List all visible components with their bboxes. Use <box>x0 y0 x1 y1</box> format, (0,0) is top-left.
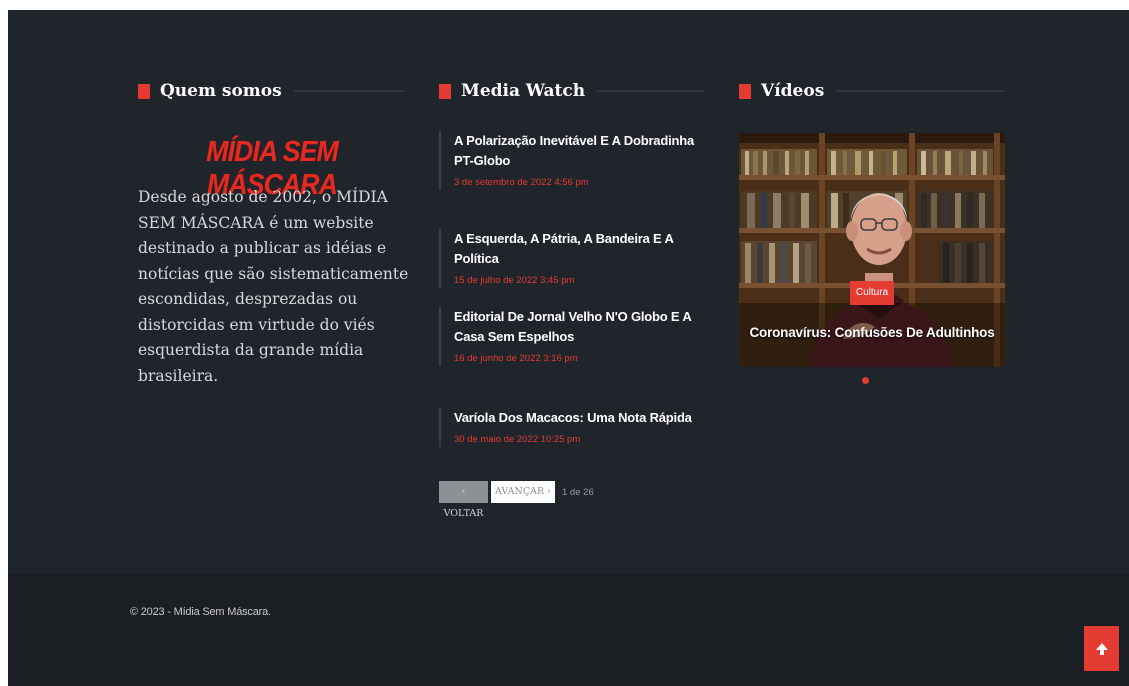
about-widget-title: Quem somos <box>138 80 405 102</box>
media-watch-widget-title: Media Watch <box>439 80 705 102</box>
page-frame: Quem somos MÍDIA SEM MÁSCARA Desde agost… <box>8 10 1129 686</box>
about-title: Quem somos <box>160 81 282 101</box>
title-divider <box>597 90 705 92</box>
page-counter: 1 de 26 <box>562 486 594 498</box>
post-title-link[interactable]: Editorial De Jornal Velho N'O Globo E A … <box>454 307 716 347</box>
video-title-link[interactable]: Coronavírus: Confusões De Adultinhos <box>739 325 1005 340</box>
post-item: A Esquerda, A Pátria, A Bandeira E A Pol… <box>439 229 716 288</box>
videos-widget-title: Vídeos <box>739 80 1005 102</box>
pagination: ‹ VOLTAR AVANÇAR › 1 de 26 <box>439 481 594 519</box>
media-watch-title: Media Watch <box>461 81 586 101</box>
post-date: 3 de setembro de 2022 4:56 pm <box>454 177 589 188</box>
title-marker <box>439 83 451 99</box>
slide-indicator-dot[interactable] <box>862 377 869 384</box>
arrow-up-icon <box>1095 642 1108 655</box>
title-divider <box>293 90 405 92</box>
about-text: Desde agosto de 2002, o MÍDIA SEM MÁSCAR… <box>138 188 409 385</box>
scroll-to-top-button[interactable] <box>1084 626 1119 671</box>
post-date: 30 de maio de 2022 10:25 pm <box>454 434 581 445</box>
post-date: 16 de junho de 2022 3:16 pm <box>454 353 578 364</box>
next-page-button[interactable]: AVANÇAR › <box>491 481 555 503</box>
title-marker <box>739 83 751 99</box>
site-footer <box>8 573 1129 686</box>
post-title-link[interactable]: A Polarização Inevitável E A Dobradinha … <box>454 131 716 171</box>
video-slide[interactable]: Cultura Coronavírus: Confusões De Adulti… <box>739 133 1005 367</box>
category-badge[interactable]: Cultura <box>850 281 894 305</box>
post-item: Varíola Dos Macacos: Uma Nota Rápida 30 … <box>439 408 716 447</box>
title-marker <box>138 83 150 99</box>
post-title-link[interactable]: Varíola Dos Macacos: Uma Nota Rápida <box>454 408 716 428</box>
prev-page-button[interactable]: ‹ VOLTAR <box>439 481 488 519</box>
copyright-text: © 2023 - Mídia Sem Máscara. <box>130 606 271 618</box>
footer-widgets-area: Quem somos MÍDIA SEM MÁSCARA Desde agost… <box>8 10 1129 573</box>
post-item: Editorial De Jornal Velho N'O Globo E A … <box>439 307 716 366</box>
post-date: 15 de julho de 2022 3:45 pm <box>454 275 575 286</box>
post-item: A Polarização Inevitável E A Dobradinha … <box>439 131 716 190</box>
title-divider <box>836 90 1005 92</box>
videos-title: Vídeos <box>761 81 825 101</box>
post-title-link[interactable]: A Esquerda, A Pátria, A Bandeira E A Pol… <box>454 229 716 269</box>
